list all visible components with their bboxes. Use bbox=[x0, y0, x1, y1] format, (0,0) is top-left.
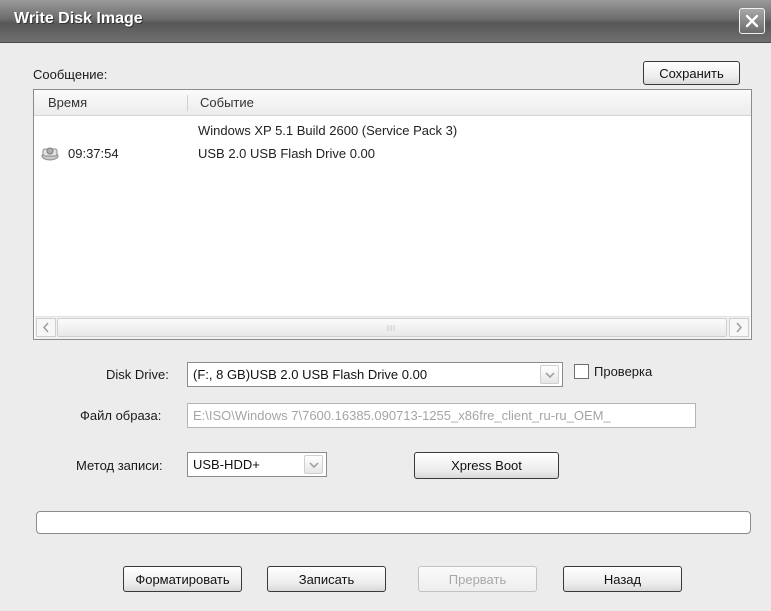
abort-button[interactable]: Прервать bbox=[418, 566, 537, 592]
write-disk-image-dialog: Write Disk Image Сообщение: Сохранить Вр… bbox=[0, 0, 771, 611]
log-event: Windows XP 5.1 Build 2600 (Service Pack … bbox=[198, 123, 458, 138]
grip-icon bbox=[387, 325, 395, 331]
write-button[interactable]: Записать bbox=[267, 566, 386, 592]
scroll-thumb[interactable] bbox=[57, 318, 727, 337]
verify-checkbox[interactable] bbox=[574, 364, 589, 379]
disk-drive-dropdown-button[interactable] bbox=[540, 365, 559, 384]
log-time: 09:37:54 bbox=[68, 146, 119, 161]
save-button[interactable]: Сохранить bbox=[643, 61, 740, 85]
disk-drive-value: (F:, 8 GB)USB 2.0 USB Flash Drive 0.00 bbox=[193, 367, 428, 382]
scroll-right-button[interactable] bbox=[729, 318, 749, 337]
chevron-right-icon bbox=[736, 322, 742, 333]
column-separator[interactable] bbox=[187, 95, 188, 111]
scroll-left-button[interactable] bbox=[36, 318, 56, 337]
format-button[interactable]: Форматировать bbox=[123, 566, 242, 592]
disk-drive-label: Disk Drive: bbox=[106, 367, 169, 382]
disk-drive-select[interactable]: (F:, 8 GB)USB 2.0 USB Flash Drive 0.00 bbox=[187, 362, 563, 387]
close-icon bbox=[745, 14, 759, 28]
write-method-label: Метод записи: bbox=[76, 458, 163, 473]
title-bar[interactable]: Write Disk Image bbox=[0, 0, 771, 43]
drive-icon bbox=[41, 147, 59, 161]
xpress-boot-button[interactable]: Xpress Boot bbox=[414, 452, 559, 479]
log-list[interactable]: Время Событие Windows XP 5.1 Build 2600 … bbox=[33, 89, 752, 340]
log-event: USB 2.0 USB Flash Drive 0.00 bbox=[198, 146, 376, 161]
close-button[interactable] bbox=[739, 8, 765, 34]
image-file-value: E:\ISO\Windows 7\7600.16385.090713-1255_… bbox=[193, 408, 611, 423]
back-button[interactable]: Назад bbox=[563, 566, 682, 592]
write-method-value: USB-HDD+ bbox=[193, 457, 260, 472]
window-title: Write Disk Image bbox=[14, 10, 143, 27]
image-file-field[interactable]: E:\ISO\Windows 7\7600.16385.090713-1255_… bbox=[187, 403, 696, 428]
write-method-select[interactable]: USB-HDD+ bbox=[187, 452, 327, 477]
verify-label[interactable]: Проверка bbox=[594, 364, 652, 379]
chevron-down-icon bbox=[309, 462, 319, 468]
message-label: Сообщение: bbox=[33, 67, 108, 82]
chevron-down-icon bbox=[545, 372, 555, 378]
progress-bar bbox=[36, 511, 751, 534]
log-list-header: Время Событие bbox=[34, 90, 751, 116]
column-header-time[interactable]: Время bbox=[48, 95, 87, 110]
chevron-left-icon bbox=[43, 322, 49, 333]
column-header-event[interactable]: Событие bbox=[200, 95, 254, 110]
write-method-dropdown-button[interactable] bbox=[304, 455, 323, 474]
image-file-label: Файл образа: bbox=[80, 408, 162, 423]
horizontal-scrollbar[interactable] bbox=[35, 316, 750, 339]
